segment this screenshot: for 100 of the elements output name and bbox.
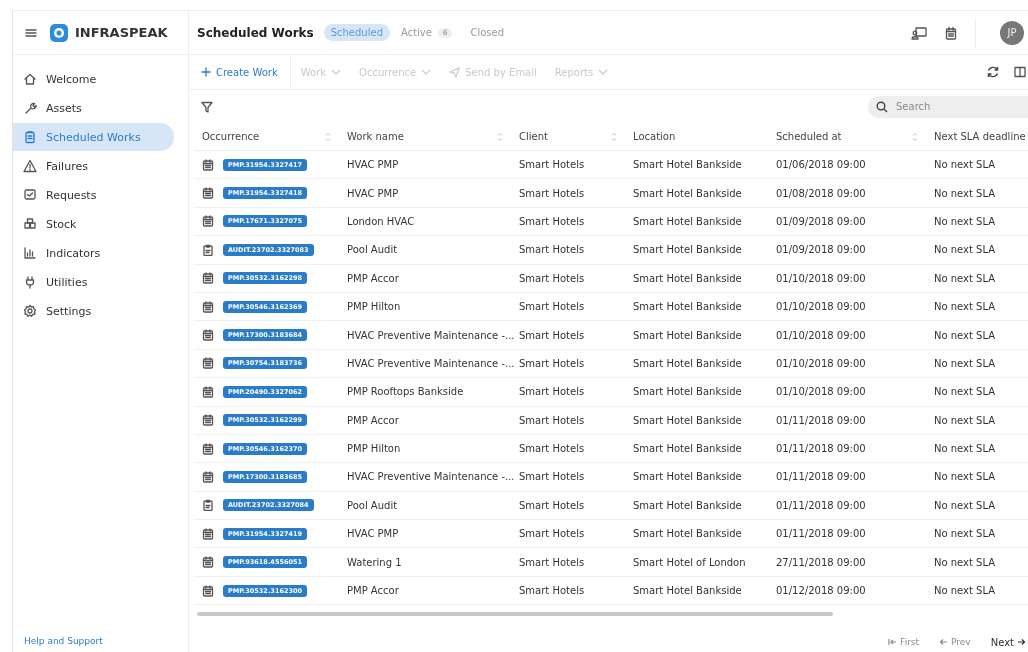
table-cell: 01/12/2018 09:00 [776,585,866,597]
table-cell: 01/10/2018 09:00 [776,272,866,284]
table-cell: 01/11/2018 09:00 [776,471,866,483]
table-cell: Smart Hotels [519,443,585,455]
table-cell: Smart Hotels [519,471,585,483]
column-header[interactable]: Location [633,131,760,142]
table-cell: Smart Hotels [519,528,585,540]
user-avatar[interactable]: JP [1000,20,1024,45]
table-cell: Smart Hotels [519,414,585,426]
table-cell: 01/06/2018 09:00 [776,159,866,171]
table-cell: No next SLA [934,443,996,455]
table-cell: HVAC PMP [347,159,399,171]
chevron-down-icon [331,69,342,75]
calendar-icon [202,187,214,200]
column-header[interactable]: Client [519,131,617,142]
table-cell: No next SLA [934,159,996,171]
calendar-icon [202,414,214,427]
boxes-icon [23,217,37,231]
sidebar-item[interactable]: Scheduled Works [13,123,174,151]
table-cell: 01/08/2018 09:00 [776,187,866,199]
table-cell: No next SLA [934,585,996,597]
table-cell: 01/10/2018 09:00 [776,357,866,369]
table-cell: Smart Hotels [519,244,585,256]
sidebar-item[interactable]: Stock [13,210,174,238]
sidebar-item[interactable]: Requests [13,181,174,209]
chevron-down-icon [598,69,609,75]
table-cell: Smart Hotels [519,357,585,369]
table-cell: 01/10/2018 09:00 [776,301,866,313]
help-link[interactable]: Help and Support [13,636,188,652]
table-cell: Smart Hotel Bankside [633,499,742,511]
wrench-icon [23,101,37,115]
column-header[interactable]: Occurrence [202,131,331,142]
column-header[interactable]: Work name [347,131,503,142]
table-cell: 01/09/2018 09:00 [776,244,866,256]
clipboard-icon [202,243,214,256]
table-cell: Smart Hotels [519,585,585,597]
sidebar-item[interactable]: Failures [13,152,174,180]
table-cell: HVAC PMP [347,187,399,199]
table-cell: Smart Hotels [519,159,585,171]
table-cell: No next SLA [934,187,996,199]
logo-icon [49,22,69,43]
table-cell: Pool Audit [347,499,398,511]
table-cell: No next SLA [934,471,996,483]
table-cell: Smart Hotel Bankside [633,528,742,540]
calendar-icon [202,357,214,370]
warning-icon [23,159,37,173]
table-cell: No next SLA [934,329,996,341]
table-cell: Watering 1 [347,556,402,568]
calendar-icon [202,584,214,597]
table-cell: Smart Hotel Bankside [633,244,742,256]
calendar-icon [202,385,214,398]
calendar-icon [202,442,214,455]
chart-icon [23,246,37,260]
sidebar-item[interactable]: Assets [13,94,174,122]
table-cell: Smart Hotel Bankside [633,357,742,369]
table-cell: 01/10/2018 09:00 [776,329,866,341]
gear-icon [23,304,37,318]
arrow-right-icon [1017,638,1026,646]
search-field[interactable]: Search [868,95,1028,118]
columns-icon [1014,66,1026,78]
table-cell: 01/11/2018 09:00 [776,414,866,426]
table-cell: Smart Hotels [519,329,585,341]
table-cell: Smart Hotels [519,499,585,511]
sidebar-item[interactable]: Utilities [13,268,174,296]
clipboard-icon [202,499,214,512]
table-cell: PMP Accor [347,272,399,284]
create-button[interactable]: Create Work [195,55,291,89]
table-cell: HVAC Preventive Maintenance -... [347,329,515,341]
clipboard-icon [23,130,37,144]
sidebar-item[interactable]: Indicators [13,239,174,267]
table-cell: No next SLA [934,301,996,313]
tab[interactable]: Closed [463,24,511,41]
column-header[interactable]: Next SLA deadline [934,131,1028,142]
column-header[interactable]: Scheduled at [776,131,918,142]
sidebar-item[interactable]: Welcome [13,65,174,93]
brand-name: INFRASPEAK [75,25,168,40]
table-cell: Pool Audit [347,244,398,256]
search-input[interactable]: Search [894,100,1018,113]
table-cell: 01/11/2018 09:00 [776,443,866,455]
table-cell: Smart Hotels [519,187,585,199]
table-cell: No next SLA [934,414,996,426]
table-cell: 01/11/2018 09:00 [776,499,866,511]
table-cell: No next SLA [934,499,996,511]
table-cell: HVAC Preventive Maintenance -... [347,471,515,483]
horizontal-scrollbar[interactable] [197,612,833,617]
table-cell: Smart Hotel Bankside [633,159,742,171]
sidebar-item[interactable]: Settings [13,297,174,325]
message-icon [23,188,37,202]
first-page-icon [888,638,898,646]
table-cell: Smart Hotel of London [633,556,746,568]
table-cell: Smart Hotel Bankside [633,187,742,199]
tab[interactable]: Scheduled [323,24,390,41]
pagination-button[interactable]: Next [990,636,1026,648]
calendar-icon [202,527,214,540]
table-cell: No next SLA [934,244,996,256]
table-cell: PMP Rooftops Bankside [347,386,464,398]
refresh-icon [986,65,1000,79]
calendar-icon [945,25,957,40]
table-cell: Smart Hotel Bankside [633,301,742,313]
table-cell: PMP Accor [347,585,399,597]
